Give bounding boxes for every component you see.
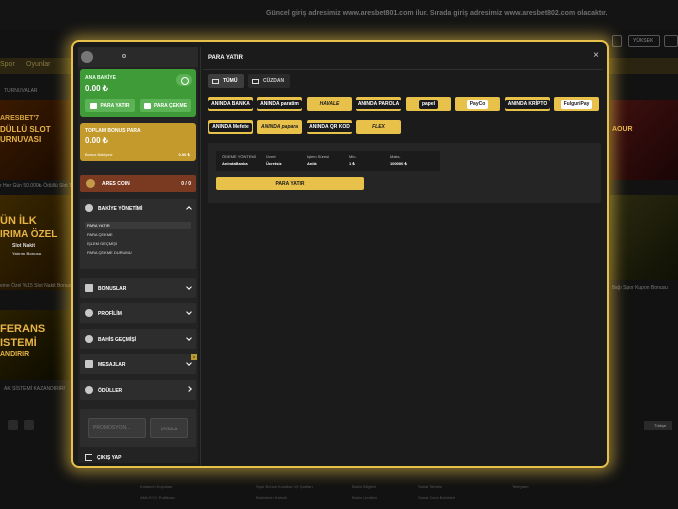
eye-icon[interactable] [176,74,192,86]
bonus-label: TOPLAM BONUS PARA [85,128,141,134]
bg-header-btn-2: YÜKSEK [628,35,660,47]
method-aninda-kripto[interactable]: ANINDA KRİPTO [504,97,551,111]
bg-header-btn-1 [612,35,622,47]
bg-notice: Güncel giriş adresimiz www.aresbet801.co… [266,10,608,17]
method-aninda-papara[interactable]: ANINDA papara [257,120,302,134]
detail-header-fee: Ücret [266,154,276,159]
user-icon [85,309,93,317]
menu-profile[interactable]: PROFİLİM [80,303,196,323]
messages-badge: 0 [191,354,197,360]
submit-deposit-button[interactable]: PARA YATIR [216,177,364,190]
bonus-balance-card: TOPLAM BONUS PARA 0.00 ₺ Bonus Bakiyesi … [80,123,196,161]
method-havale[interactable]: HAVALE [307,97,352,111]
chevron-up-icon [186,206,192,212]
method-details-panel: ÖDEME YÖNTEMİ Ücret İşlem Süresi Min. Ma… [208,143,601,203]
detail-header-time: İşlem Süresi [307,154,330,159]
promo-box: UYGULA [80,409,196,447]
tab-wallet[interactable]: CÜZDAN [248,74,290,88]
cash-icon [143,102,151,109]
submenu-history[interactable]: İŞLEM GEÇMİŞİ [87,241,117,246]
method-details-table: ÖDEME YÖNTEMİ Ücret İşlem Süresi Min. Ma… [216,151,440,171]
language-selector: Türkçe [644,421,672,430]
mail-icon [85,360,93,368]
deposit-button[interactable]: PARA YATIR [85,99,135,112]
logout-icon [85,454,92,461]
logout-button[interactable]: ÇIKIŞ YAP [80,451,196,465]
method-papel[interactable]: papel [406,97,451,111]
method-aninda-mefete[interactable]: ANINDA Mefete [208,120,253,134]
detail-value-min: 1 ₺ [349,161,355,166]
method-aninda-banka[interactable]: ANINDA BANKA [208,97,253,111]
account-sidebar: ANA BAKİYE 0.00 ₺ PARA YATIR PARA ÇEKME … [78,47,198,463]
bg-nav-item: Oyunlar [26,61,51,68]
gift-icon [85,284,93,292]
close-icon[interactable]: × [591,51,601,61]
chevron-down-icon [186,360,192,366]
chevron-down-icon [186,335,192,341]
deposit-panel: PARA YATIR × TÜMÜ CÜZDAN ANINDA BANKA AN… [203,47,603,465]
method-aninda-qr-kod[interactable]: ANINDA QR KOD [306,120,353,134]
detail-header-min: Min. [349,154,357,159]
bg-banner [610,195,678,280]
main-balance-card: ANA BAKİYE 0.00 ₺ PARA YATIR PARA ÇEKME [80,69,196,117]
ares-coin-row[interactable]: ARES COIN 0 / 0 [80,175,196,192]
detail-value-method: AnindaBanka [222,161,248,166]
apply-promo-button[interactable]: UYGULA [150,418,188,438]
x-social-icon [8,420,18,430]
chevron-down-icon [186,284,192,290]
page-title: PARA YATIR [208,55,243,61]
bonus-row-value: 0.00 ₺ [178,152,190,157]
bg-banner [610,100,678,180]
refresh-icon[interactable] [122,54,126,58]
main-balance-label: ANA BAKİYE [85,75,116,81]
tab-all[interactable]: TÜMÜ [208,74,244,88]
account-modal: ANA BAKİYE 0.00 ₺ PARA YATIR PARA ÇEKME … [71,40,609,468]
chevron-right-icon [186,386,192,392]
grid-icon [212,78,219,84]
history-icon [85,335,93,343]
submenu-deposit[interactable]: PARA YATIR [87,223,110,228]
telegram-icon [24,420,34,430]
wallet-icon [90,102,98,109]
detail-value-max: 100000 ₺ [390,161,408,166]
detail-value-fee: Ücretsiz [266,161,282,166]
bg-nav-item: Spor [0,61,15,68]
menu-bonuses[interactable]: BONUSLAR [80,278,196,298]
main-balance-value: 0.00 ₺ [85,84,108,93]
detail-value-time: Anlık [307,161,317,166]
detail-header-method: ÖDEME YÖNTEMİ [222,154,256,159]
bg-tournaments: TURNUVALAR [4,88,38,94]
method-aninda-paratim[interactable]: ANINDA paratim [257,97,302,111]
sidebar-top [78,47,198,67]
coin-label: ARES COIN [102,181,130,187]
trophy-icon [85,386,93,394]
bg-header-btn-3 [664,35,678,47]
wallet-icon [252,78,259,84]
method-flex[interactable]: FLEX [356,120,401,134]
promo-code-input[interactable] [88,418,146,438]
coin-icon [86,179,95,188]
bonus-value: 0.00 ₺ [85,136,108,145]
balance-management-toggle[interactable]: BAKİYE YÖNETİMİ [80,199,196,217]
gear-icon [85,204,93,212]
menu-bet-history[interactable]: BAHİS GEÇMİŞİ [80,329,196,349]
menu-rewards[interactable]: ÖDÜLLER [80,380,196,400]
detail-header-max: Maks. [390,154,401,159]
withdraw-button[interactable]: PARA ÇEKME [140,99,191,112]
coin-value: 0 / 0 [181,181,191,187]
method-payco[interactable]: PayCo [455,97,500,111]
submenu-withdraw-status[interactable]: PARA ÇEKME DURUMU [87,250,132,255]
balance-management-section: BAKİYE YÖNETİMİ PARA YATIR PARA ÇEKME İŞ… [80,199,196,269]
bonus-row-label: Bonus Bakiyesi [85,152,113,157]
method-fulguripay[interactable]: FulguriPay [554,97,599,111]
method-aninda-parola[interactable]: ANINDA PAROLA [354,97,403,111]
avatar[interactable] [81,51,93,63]
chevron-down-icon [186,309,192,315]
menu-messages[interactable]: MESAJLAR 0 [80,354,197,374]
submenu-withdraw[interactable]: PARA ÇEKME [87,232,113,237]
